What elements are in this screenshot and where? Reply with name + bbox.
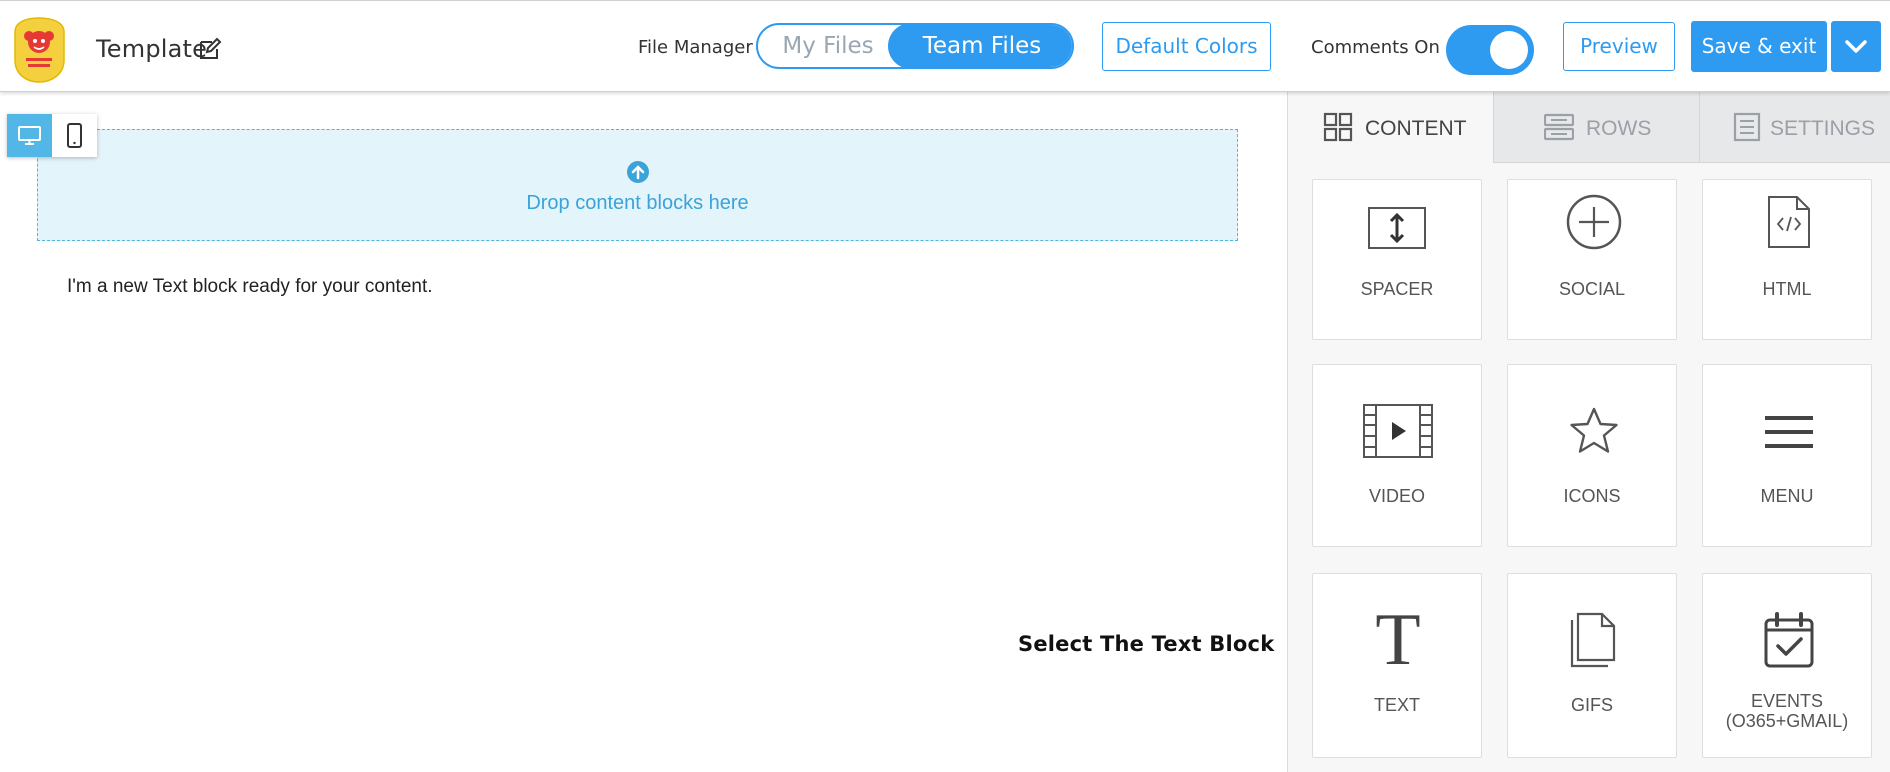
- desktop-view-button[interactable]: [7, 114, 52, 157]
- save-options-dropdown[interactable]: [1831, 21, 1881, 72]
- calendar-check-icon: [1764, 612, 1814, 668]
- block-gifs[interactable]: GIFS: [1507, 573, 1677, 758]
- default-colors-button[interactable]: Default Colors: [1102, 22, 1271, 71]
- top-bar: Template File Manager My Files Team File…: [0, 0, 1890, 92]
- block-menu[interactable]: MENU: [1702, 364, 1872, 547]
- block-label: ICONS: [1563, 486, 1621, 506]
- tab-rows[interactable]: ROWS: [1494, 92, 1700, 163]
- block-label: EVENTS (O365+GMAIL): [1725, 691, 1849, 731]
- text-t-icon: T: [1375, 609, 1420, 669]
- drop-zone-text: Drop content blocks here: [526, 192, 749, 214]
- preview-button[interactable]: Preview: [1563, 22, 1675, 71]
- block-label: GIFS: [1570, 695, 1613, 715]
- my-files-option[interactable]: My Files: [758, 25, 898, 67]
- plus-circle-icon: [1566, 194, 1622, 250]
- tab-settings-label: SETTINGS: [1770, 117, 1876, 140]
- device-preview-toggle: [7, 114, 97, 157]
- svg-text:T: T: [1375, 609, 1420, 669]
- block-social[interactable]: SOCIAL: [1507, 179, 1677, 340]
- file-manager-label: File Manager: [638, 37, 753, 58]
- mobile-icon: [67, 123, 82, 148]
- files-icon: [1570, 612, 1616, 668]
- block-html[interactable]: HTML: [1702, 179, 1872, 340]
- block-icons[interactable]: ICONS: [1507, 364, 1677, 547]
- contact-monkey-logo: [12, 16, 67, 84]
- desktop-icon: [18, 126, 41, 145]
- block-label: MENU: [1760, 486, 1814, 506]
- rows-icon: [1544, 113, 1574, 141]
- block-events[interactable]: EVENTS (O365+GMAIL): [1702, 573, 1872, 758]
- settings-icon: [1733, 112, 1761, 142]
- blocks-panel: CONTENT ROWS SETTINGS SPACER SOCIAL HTML…: [1287, 92, 1890, 772]
- template-title[interactable]: Template: [96, 35, 207, 63]
- block-video[interactable]: VIDEO: [1312, 364, 1482, 547]
- text-block[interactable]: I'm a new Text block ready for your cont…: [67, 276, 433, 298]
- comments-label: Comments On: [1311, 37, 1440, 58]
- save-exit-button[interactable]: Save & exit: [1691, 21, 1827, 72]
- code-file-icon: [1768, 196, 1810, 248]
- tab-rows-label: ROWS: [1586, 117, 1652, 140]
- star-icon: [1570, 407, 1618, 453]
- comments-toggle[interactable]: [1446, 25, 1534, 75]
- file-scope-switch[interactable]: My Files Team Files: [756, 23, 1074, 69]
- instruction-hint: Select The Text Block: [1018, 632, 1275, 656]
- block-label: TEXT: [1373, 695, 1420, 715]
- spacer-icon: [1368, 207, 1426, 249]
- block-label: SOCIAL: [1558, 279, 1626, 299]
- block-label: HTML: [1762, 279, 1812, 299]
- mobile-view-button[interactable]: [52, 114, 97, 157]
- toggle-knob: [1490, 31, 1528, 69]
- chevron-down-icon: [1845, 40, 1867, 53]
- block-label: SPACER: [1360, 279, 1434, 299]
- block-label: VIDEO: [1368, 486, 1425, 506]
- grid-icon: [1323, 112, 1353, 142]
- tab-settings[interactable]: SETTINGS: [1700, 92, 1890, 163]
- edit-title-icon[interactable]: [198, 37, 222, 61]
- drop-zone[interactable]: Drop content blocks here: [37, 129, 1238, 241]
- menu-icon: [1765, 416, 1813, 448]
- tab-content-label: CONTENT: [1365, 117, 1467, 140]
- tab-content[interactable]: CONTENT: [1288, 92, 1494, 163]
- block-spacer[interactable]: SPACER: [1312, 179, 1482, 340]
- film-icon: [1363, 404, 1433, 458]
- block-text[interactable]: T TEXT: [1312, 573, 1482, 758]
- team-files-option[interactable]: Team Files: [888, 25, 1072, 67]
- upload-arrow-icon: [627, 161, 649, 183]
